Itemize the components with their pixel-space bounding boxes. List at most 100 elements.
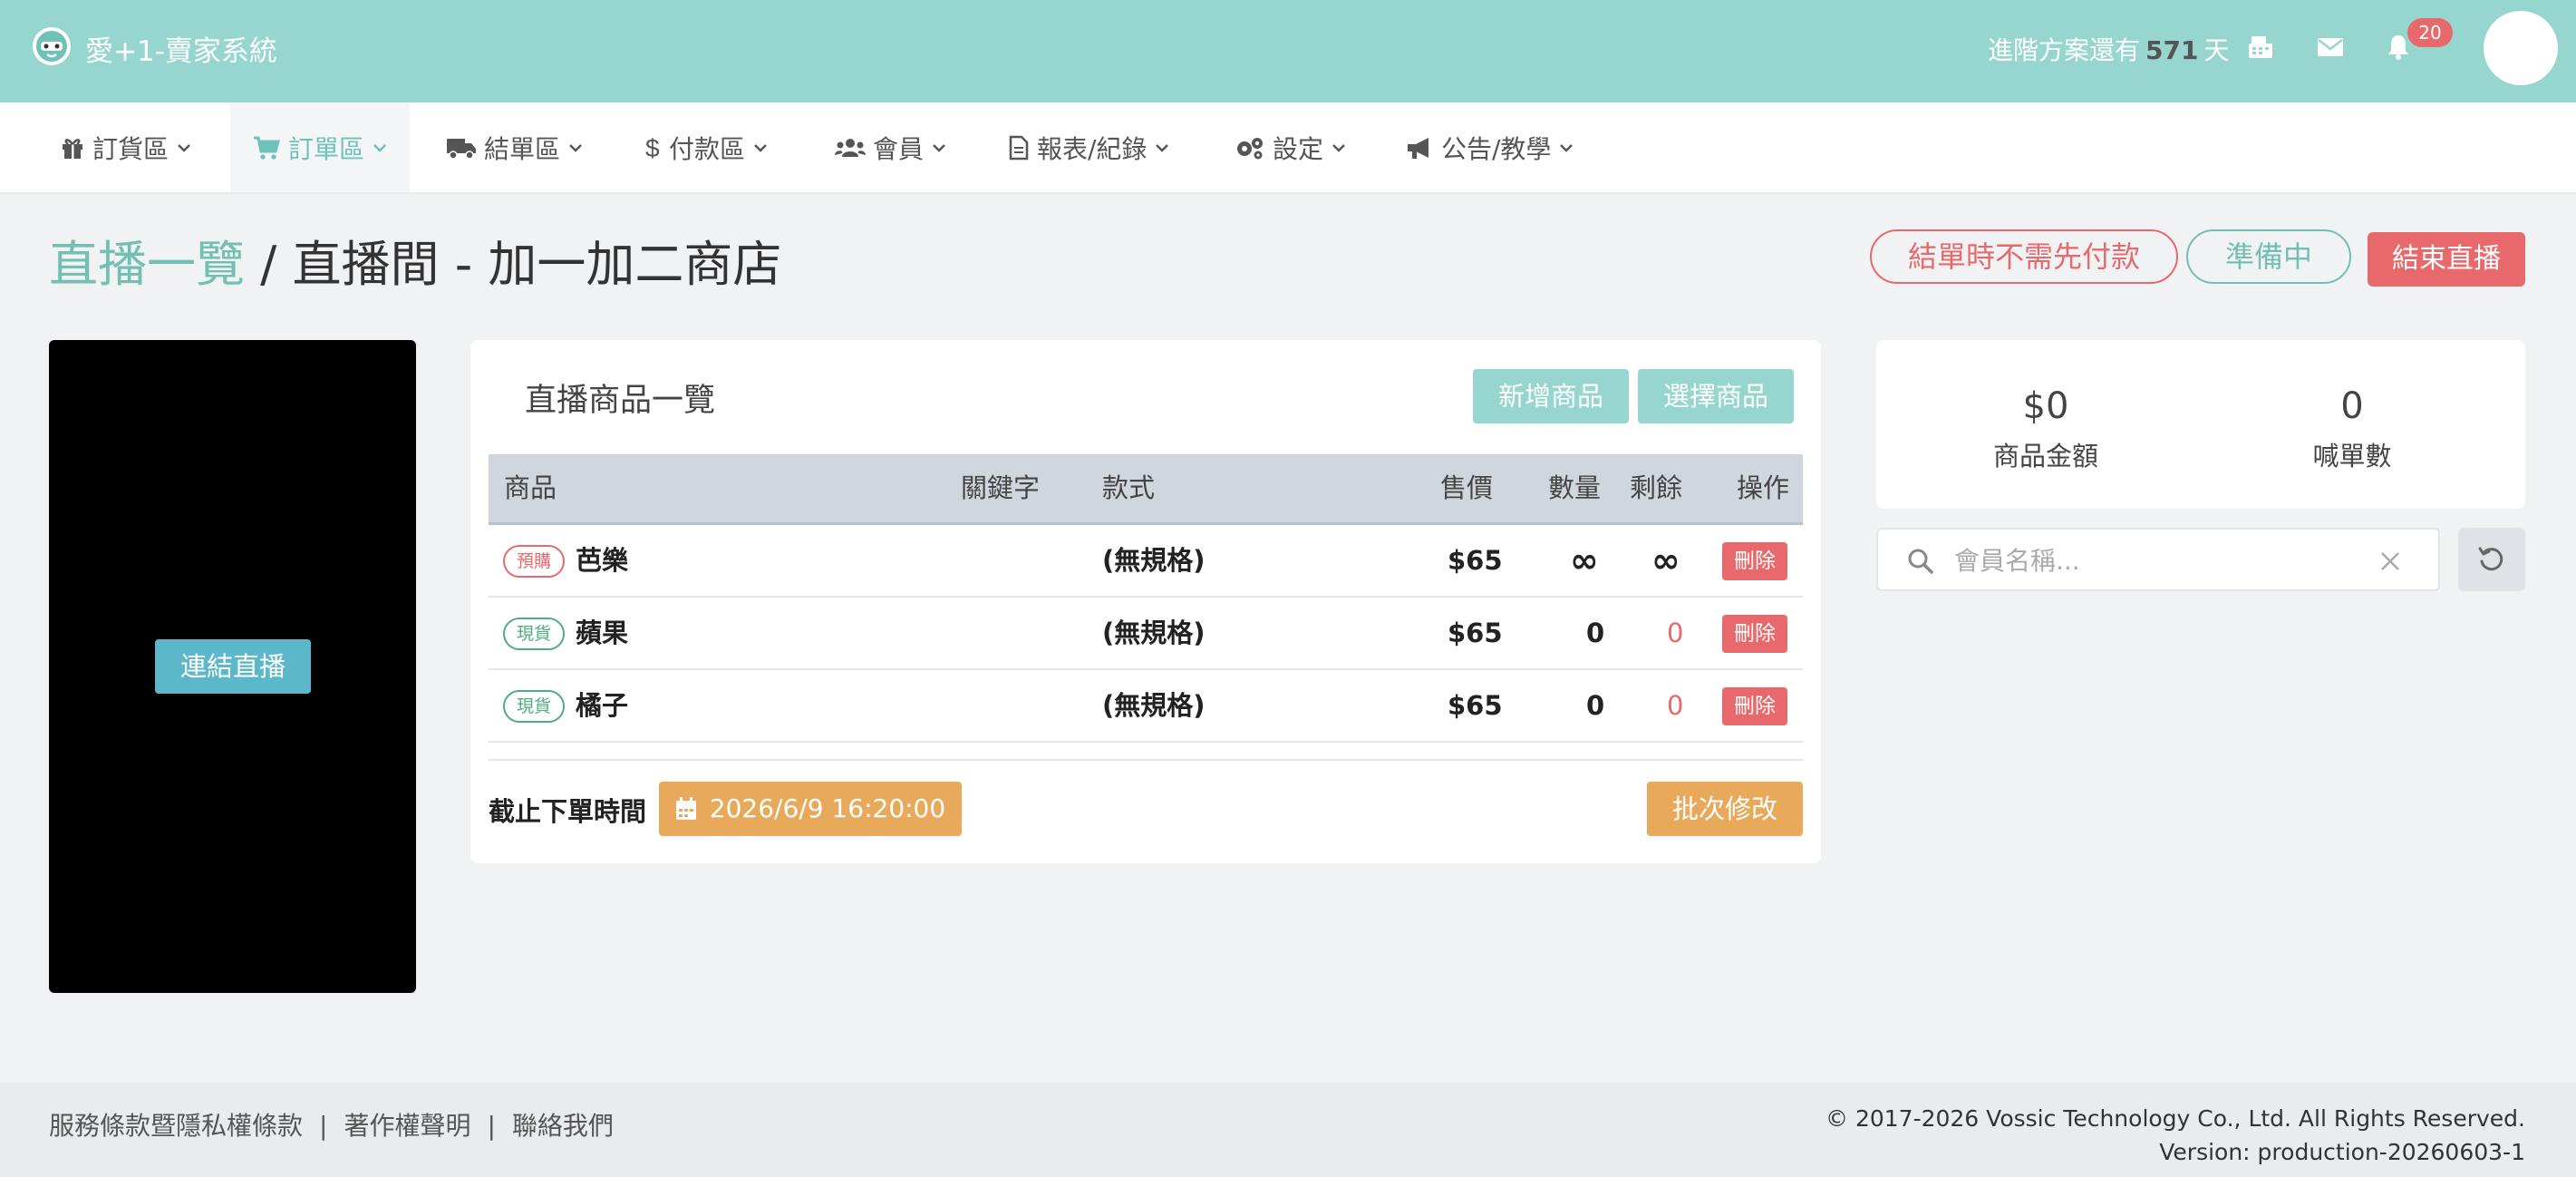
member-search-input[interactable]	[1954, 540, 2353, 580]
nav-item-order-goods[interactable]: 訂貨區	[60, 102, 192, 192]
chevron-down-icon	[373, 143, 386, 152]
payment-status-button[interactable]: 結單時不需先付款	[1870, 229, 2178, 284]
gift-icon	[63, 138, 82, 159]
delete-button[interactable]: 刪除	[1722, 687, 1787, 725]
page-title: 直播一覽 / 直播間 - 加一加二商店	[49, 224, 781, 296]
table-row[interactable]: 預購 芭樂 (無規格) $65 ∞ ∞ 刪除	[489, 525, 1803, 598]
plan-remaining: 進階方案還有 571 天	[1988, 31, 2229, 67]
nav-label: 訂單區	[288, 133, 365, 164]
preorder-tag: 預購	[503, 545, 565, 578]
chevron-down-icon	[1332, 143, 1345, 152]
nav-label: 訂貨區	[92, 133, 169, 164]
terms-link[interactable]: 服務條款暨隱私權條款	[49, 1111, 303, 1141]
in-stock-tag: 現貨	[503, 618, 565, 650]
product-name: 橘子	[576, 690, 629, 721]
file-icon	[1009, 135, 1029, 160]
nav-label: 結單區	[484, 133, 561, 164]
amount-value: $0	[2022, 385, 2069, 427]
deadline-label: 截止下單時間	[489, 796, 647, 827]
col-keyword: 關鍵字	[961, 472, 1041, 503]
register-icon[interactable]	[2246, 33, 2275, 62]
copyright-notice-link[interactable]: 著作權聲明	[344, 1111, 470, 1141]
end-live-button[interactable]: 結束直播	[2368, 232, 2525, 287]
product-remain: 0	[1667, 618, 1684, 648]
nav-item-payment[interactable]: $ 付款區	[644, 102, 769, 192]
live-room-title: / 直播間 - 加一加二商店	[245, 236, 782, 293]
copyright-text: © 2017-2026 Vossic Technology Co., Ltd. …	[1825, 1105, 2525, 1132]
footer-links: 服務條款暨隱私權條款 | 著作權聲明 | 聯絡我們	[49, 1106, 614, 1143]
chevron-down-icon	[178, 143, 190, 152]
stats-card: $0 商品金額 0 喊單數	[1876, 340, 2525, 509]
main-nav: 訂貨區 訂單區 結單區 $ 付款區 會員 報表/紀錄 設定 公告/教學	[0, 102, 2576, 194]
orders-value: 0	[2340, 385, 2364, 427]
contact-link[interactable]: 聯絡我們	[512, 1111, 614, 1141]
logo-icon[interactable]	[31, 25, 73, 67]
app-title[interactable]: 愛+1-賣家系統	[85, 28, 277, 69]
live-state-button[interactable]: 準備中	[2186, 229, 2351, 284]
product-qty: 0	[1586, 618, 1605, 648]
product-style: (無規格)	[1102, 545, 1206, 576]
version-text: Version: production-20260603-1	[2159, 1139, 2525, 1165]
users-icon	[835, 138, 866, 157]
in-stock-tag: 現貨	[503, 690, 565, 723]
chevron-down-icon	[569, 143, 582, 152]
chevron-down-icon	[1156, 143, 1169, 152]
separator: |	[487, 1111, 496, 1141]
delete-button[interactable]: 刪除	[1722, 542, 1787, 580]
search-icon	[1908, 549, 1933, 574]
table-header: 商品 關鍵字 款式 售價 數量 剩餘 操作	[489, 454, 1803, 525]
product-remain: 0	[1667, 690, 1684, 721]
chevron-down-icon	[754, 143, 767, 152]
nav-item-reports[interactable]: 報表/紀錄	[1008, 102, 1170, 192]
nav-label: 公告/教學	[1441, 133, 1552, 164]
calendar-icon	[675, 797, 696, 820]
col-style: 款式	[1102, 472, 1156, 503]
plan-suffix: 天	[2203, 35, 2230, 65]
table-row[interactable]: 現貨 橘子 (無規格) $65 0 0 刪除	[489, 670, 1803, 743]
nav-label: 付款區	[669, 133, 746, 164]
orders-label: 喊單數	[2312, 441, 2392, 472]
deadline-value: 2026/6/9 16:20:00	[709, 793, 946, 823]
batch-edit-button[interactable]: 批次修改	[1647, 782, 1803, 836]
chevron-down-icon	[933, 143, 945, 152]
add-product-button[interactable]: 新增商品	[1473, 369, 1629, 423]
delete-button[interactable]: 刪除	[1722, 615, 1787, 653]
connect-live-button[interactable]: 連結直播	[155, 639, 311, 694]
select-product-button[interactable]: 選擇商品	[1638, 369, 1794, 423]
products-title: 直播商品一覽	[525, 383, 716, 419]
close-icon[interactable]	[2378, 550, 2402, 573]
col-product: 商品	[504, 472, 557, 503]
product-style: (無規格)	[1102, 690, 1206, 721]
col-action: 操作	[1737, 472, 1790, 503]
nav-item-announcements[interactable]: 公告/教學	[1405, 102, 1574, 192]
plan-days: 571	[2145, 35, 2199, 65]
col-qty: 數量	[1548, 472, 1602, 503]
avatar[interactable]	[2484, 11, 2558, 85]
breadcrumb-live-list[interactable]: 直播一覽	[49, 236, 245, 293]
product-price: $65	[1448, 545, 1503, 576]
mail-icon[interactable]	[2316, 33, 2345, 62]
deadline-datetime-button[interactable]: 2026/6/9 16:20:00	[659, 782, 962, 836]
separator: |	[319, 1111, 328, 1141]
product-price: $65	[1448, 690, 1503, 721]
gears-icon	[1237, 137, 1263, 159]
col-price: 售價	[1440, 472, 1494, 503]
top-header: 愛+1-賣家系統 進階方案還有 571 天 20	[0, 0, 2576, 102]
svg-text:$: $	[645, 135, 660, 160]
nav-item-settings[interactable]: 設定	[1235, 102, 1347, 192]
dollar-icon: $	[645, 135, 660, 160]
notification-badge: 20	[2407, 18, 2453, 47]
member-search	[1876, 528, 2440, 591]
product-qty: ∞	[1570, 540, 1599, 580]
nav-item-members[interactable]: 會員	[835, 102, 947, 192]
amount-label: 商品金額	[1992, 441, 2098, 472]
product-qty: 0	[1586, 690, 1605, 721]
plan-prefix: 進階方案還有	[1988, 35, 2141, 65]
nav-item-checkout[interactable]: 結單區	[446, 102, 584, 192]
product-name: 蘋果	[576, 618, 629, 648]
table-row[interactable]: 現貨 蘋果 (無規格) $65 0 0 刪除	[489, 598, 1803, 670]
refresh-button[interactable]	[2458, 528, 2525, 591]
divider	[489, 759, 1803, 761]
product-price: $65	[1448, 618, 1503, 648]
nav-item-orders[interactable]: 訂單區	[230, 102, 411, 192]
